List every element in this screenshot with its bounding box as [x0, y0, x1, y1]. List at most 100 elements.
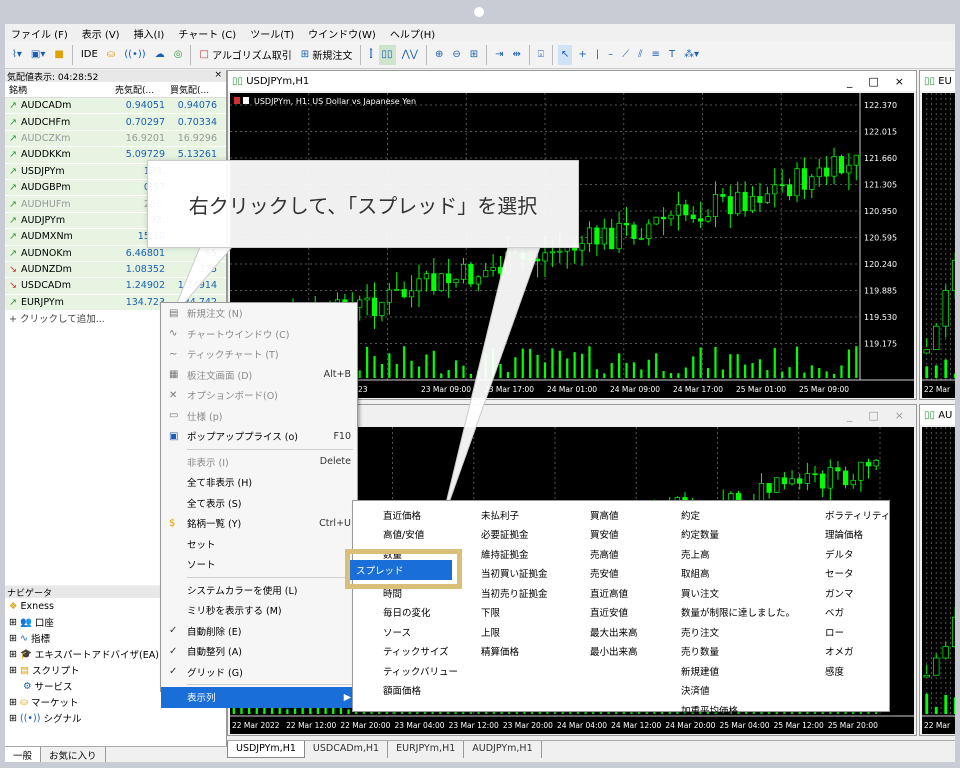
- submenu-item[interactable]: 高値/安値: [383, 525, 458, 545]
- submenu-item[interactable]: 最小出来高: [590, 642, 638, 662]
- vps-icon[interactable]: ◎: [171, 45, 186, 65]
- submenu-item[interactable]: 感度: [825, 661, 890, 681]
- line-chart-icon[interactable]: ⋀⋁: [399, 45, 421, 65]
- submenu-item[interactable]: 直近高値: [590, 583, 638, 603]
- context-menu-item[interactable]: ∿ チャートウインドウ (C): [161, 324, 357, 345]
- new-chart-icon[interactable]: ⌇▾: [9, 45, 25, 65]
- context-menu-item[interactable]: ミリ秒を表示する (M): [161, 600, 357, 621]
- maximize-button[interactable]: □: [868, 75, 878, 88]
- close-button[interactable]: ×: [895, 409, 904, 422]
- submenu-item[interactable]: デルタ: [825, 544, 890, 564]
- submenu-item[interactable]: ソース: [383, 622, 458, 642]
- context-menu-item[interactable]: ▦ 板注文画面 (D) Alt+B: [161, 365, 357, 386]
- column-ask[interactable]: 買気配(...: [170, 83, 225, 96]
- context-menu-item[interactable]: ✓ 自動削除 (E): [161, 621, 357, 642]
- market-watch-row[interactable]: ↗ AUDCZKm 16.9201 16.9296: [5, 130, 226, 148]
- chart-tab[interactable]: AUDJPYm,H1: [464, 741, 542, 758]
- submenu-item[interactable]: 決済値: [681, 681, 795, 701]
- submenu-item[interactable]: 売安値: [590, 564, 638, 584]
- candle-chart-icon[interactable]: ▯▯: [378, 44, 396, 65]
- submenu-item[interactable]: セータ: [825, 564, 890, 584]
- context-menu-item[interactable]: システムカラーを使用 (L): [161, 580, 357, 601]
- navigator-tab-general[interactable]: 一般: [5, 747, 42, 762]
- context-menu-item[interactable]: 全て非表示 (H): [161, 472, 357, 493]
- candlestick-chart[interactable]: 22 Mar: [922, 93, 955, 398]
- bar-chart-icon[interactable]: ⫿: [366, 45, 375, 65]
- shapes-icon[interactable]: ⁂▾: [681, 45, 702, 65]
- submenu-item[interactable]: 必要証拠金: [481, 525, 548, 545]
- submenu-item[interactable]: 売上高: [681, 544, 795, 564]
- vertical-line-icon[interactable]: |: [593, 45, 602, 65]
- menu-item[interactable]: ウインドウ(W): [302, 24, 384, 41]
- menu-item[interactable]: ファイル (F): [5, 24, 76, 41]
- ide-button[interactable]: IDE: [78, 45, 101, 65]
- fibonacci-icon[interactable]: ≡: [649, 45, 663, 65]
- context-menu-item[interactable]: 全て表示 (S): [161, 493, 357, 514]
- chart-tab[interactable]: EURJPYm,H1: [388, 741, 465, 758]
- close-button[interactable]: ×: [895, 75, 904, 88]
- chart-area[interactable]: 22 Mar: [922, 93, 955, 398]
- minimize-button[interactable]: _: [847, 75, 853, 88]
- context-menu-item[interactable]: セット: [161, 534, 357, 555]
- submenu-item[interactable]: 買高値: [590, 505, 638, 525]
- submenu-item[interactable]: 加重平均価格: [681, 700, 795, 720]
- zoom-in-icon[interactable]: ⊕: [432, 45, 446, 65]
- context-menu-item[interactable]: 表示列 ▶: [161, 687, 357, 708]
- market-watch-close-icon[interactable]: ×: [214, 70, 222, 82]
- menu-item[interactable]: チャート (C): [172, 24, 244, 41]
- minimize-button[interactable]: _: [847, 409, 853, 422]
- zoom-out-icon[interactable]: ⊖: [449, 45, 463, 65]
- submenu-item[interactable]: 約定数量: [681, 525, 795, 545]
- candlestick-chart[interactable]: 22 Mar: [922, 427, 955, 734]
- submenu-item[interactable]: 直近安値: [590, 603, 638, 623]
- menu-item[interactable]: ヘルプ(H): [384, 24, 443, 41]
- submenu-item[interactable]: 売り注文: [681, 622, 795, 642]
- market-icon[interactable]: ■: [51, 45, 66, 65]
- submenu-item[interactable]: 上限: [481, 622, 548, 642]
- context-menu-item[interactable]: ▣ ポップアッププライス (o) F10: [161, 426, 357, 447]
- profiles-icon[interactable]: ▣▾: [28, 45, 48, 65]
- crosshair-icon[interactable]: +: [575, 45, 589, 65]
- horizontal-line-icon[interactable]: –: [605, 45, 616, 65]
- chart-area[interactable]: 22 Mar: [922, 427, 955, 734]
- text-icon[interactable]: T: [666, 45, 678, 65]
- menu-item[interactable]: ツール(T): [244, 24, 302, 41]
- context-menu-item[interactable]: ✓ 自動整列 (A): [161, 641, 357, 662]
- submenu-item[interactable]: 新規建値: [681, 661, 795, 681]
- context-menu-item[interactable]: ✕ オプションボード(O): [161, 385, 357, 406]
- trendline-icon[interactable]: ⟋: [619, 45, 632, 65]
- submenu-item[interactable]: 売高値: [590, 544, 638, 564]
- submenu-item[interactable]: 下限: [481, 603, 548, 623]
- submenu-item[interactable]: 取組高: [681, 564, 795, 584]
- submenu-item[interactable]: 毎日の変化: [383, 603, 458, 623]
- submenu-item[interactable]: 当初買い証拠金: [481, 564, 548, 584]
- channel-icon[interactable]: ⫽: [635, 45, 645, 65]
- submenu-item[interactable]: オメガ: [825, 642, 890, 662]
- market-watch-row[interactable]: ↗ AUDCADm 0.94051 0.94076: [5, 98, 226, 115]
- column-bid[interactable]: 売気配(...: [115, 83, 170, 96]
- submenu-item[interactable]: 直近価格: [383, 505, 458, 525]
- submenu-item[interactable]: ティックバリュー: [383, 661, 458, 681]
- nav-item-signals[interactable]: ⊞ ((•)) シグナル: [5, 710, 226, 726]
- grid-icon[interactable]: ⊞: [467, 45, 481, 65]
- submenu-item[interactable]: 未払利子: [481, 505, 548, 525]
- context-menu-item[interactable]: 非表示 (I) Delete: [161, 452, 357, 473]
- submenu-item[interactable]: 額面価格: [383, 681, 458, 701]
- submenu-item[interactable]: 維持証拠金: [481, 544, 548, 564]
- context-menu-item[interactable]: $ 銘柄一覧 (Y) Ctrl+U: [161, 513, 357, 534]
- submenu-item[interactable]: 数量が制限に達しました。: [681, 603, 795, 623]
- menu-item[interactable]: 表示 (V): [76, 24, 128, 41]
- context-menu-item[interactable]: ▭ 仕様 (p): [161, 406, 357, 427]
- submenu-item[interactable]: 理論価格: [825, 525, 890, 545]
- chart-tab[interactable]: USDJPYm,H1: [227, 741, 305, 758]
- submenu-item[interactable]: ボラティリティ: [825, 505, 890, 525]
- chart-tab[interactable]: USDCADm,H1: [305, 741, 389, 758]
- cursor-icon[interactable]: ↖: [557, 44, 573, 65]
- new-order-button[interactable]: ⊞ 新規注文: [298, 45, 356, 65]
- context-menu-item[interactable]: ~ ティックチャート (T): [161, 344, 357, 365]
- column-symbol[interactable]: 銘柄: [5, 83, 115, 96]
- submenu-item[interactable]: 買い注文: [681, 583, 795, 603]
- algo-trading-button[interactable]: □ アルゴリズム取引: [196, 45, 294, 65]
- submenu-item[interactable]: 精算価格: [481, 642, 548, 662]
- autoscroll-icon[interactable]: ⇥: [492, 45, 506, 65]
